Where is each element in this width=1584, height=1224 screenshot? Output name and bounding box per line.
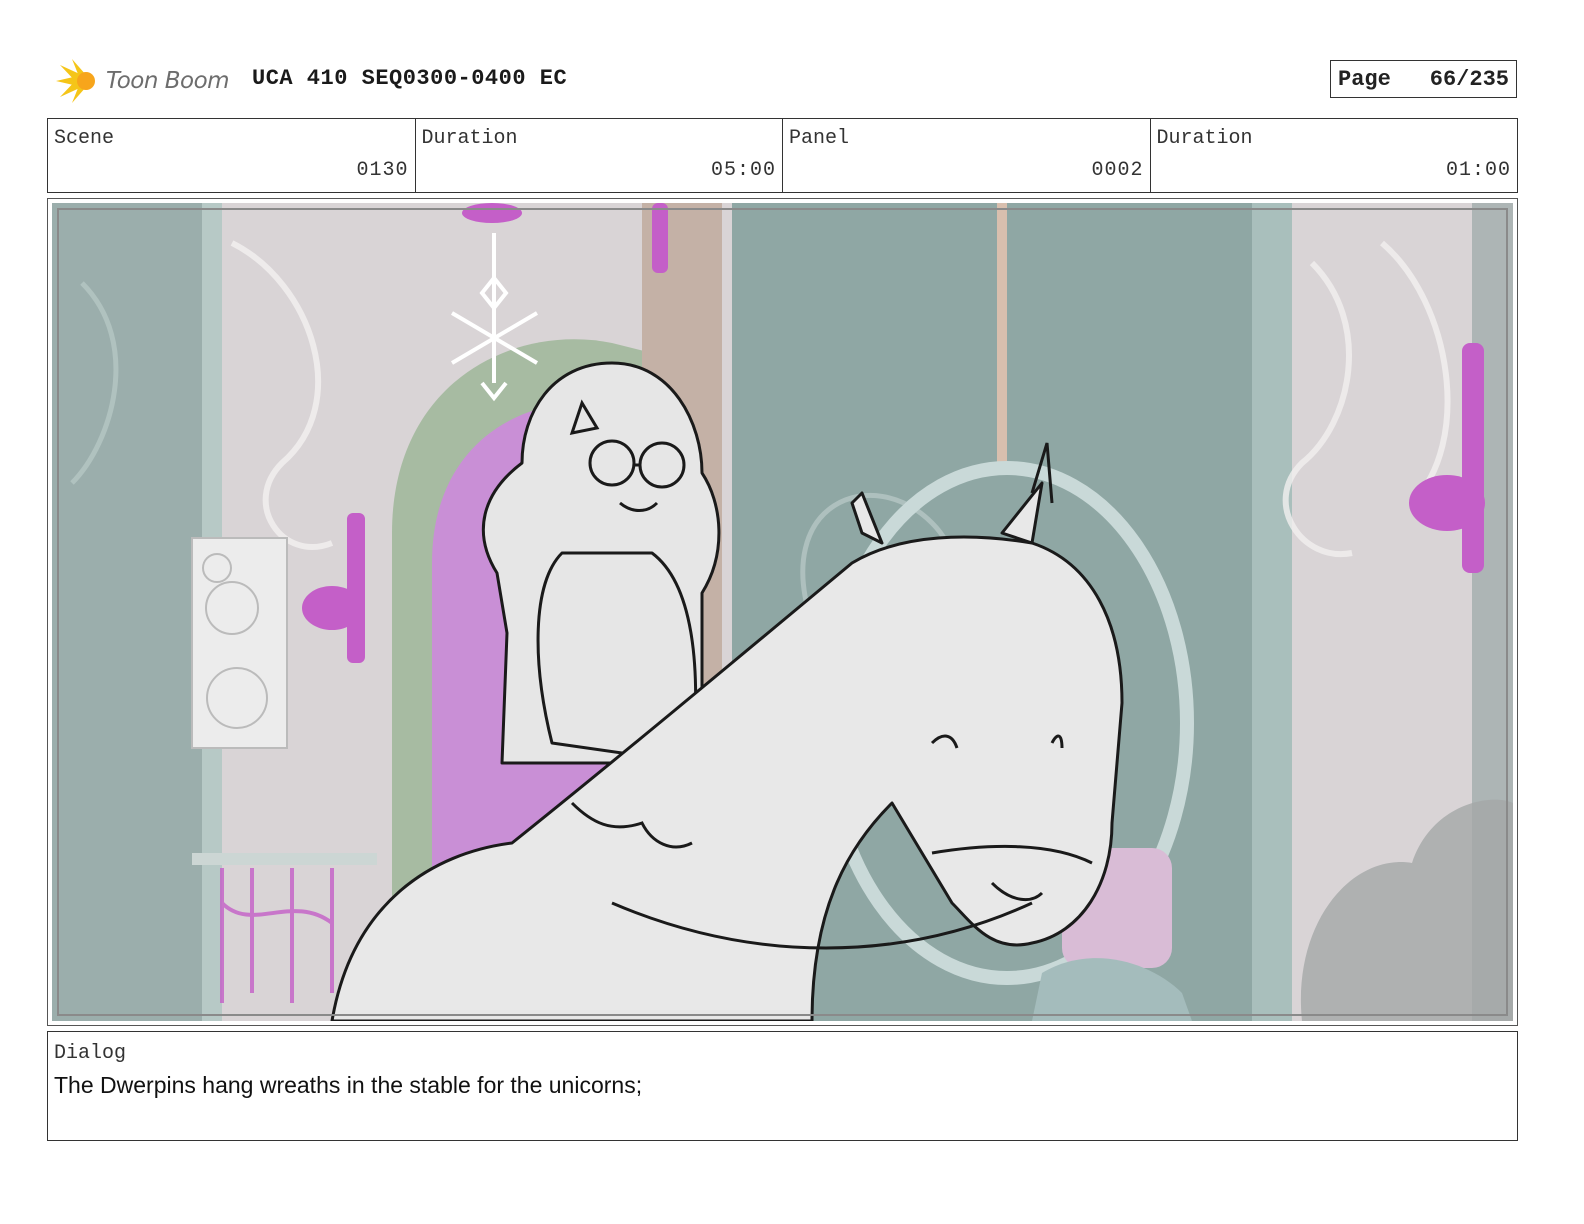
page-label: Page: [1338, 66, 1391, 92]
logo-wordmark: Toon Boom: [106, 68, 230, 94]
sun-flare-icon: [56, 59, 95, 103]
storyboard-sketch-image: [52, 203, 1513, 1021]
page-number: 66/235: [1429, 66, 1509, 92]
scene-duration-value: 05:00: [710, 159, 776, 182]
dialog-text: The Dwerpins hang wreaths in the stable …: [54, 1072, 643, 1098]
panel-cell: Panel 0002: [783, 119, 1151, 192]
dialog-box: Dialog The Dwerpins hang wreaths in the …: [47, 1031, 1518, 1141]
document-title: UCA 410 SEQ0300-0400 EC: [252, 66, 568, 91]
panel-duration-label: Duration: [1156, 127, 1253, 150]
scene-value: 0130: [356, 159, 409, 182]
scene-label: Scene: [54, 127, 115, 150]
panel-value: 0002: [1091, 159, 1144, 182]
panel-image: [52, 203, 1513, 1021]
toon-boom-logo: Toon Boom: [52, 56, 242, 106]
scene-info-row: Scene 0130 Duration 05:00 Panel 0002 Dur…: [47, 118, 1518, 193]
panel-duration-cell: Duration 01:00: [1151, 119, 1518, 192]
scene-duration-cell: Duration 05:00: [416, 119, 783, 192]
storyboard-panel: [47, 198, 1518, 1026]
panel-label: Panel: [789, 127, 850, 150]
dialog-label: Dialog: [54, 1042, 127, 1065]
panel-duration-value: 01:00: [1445, 159, 1511, 182]
scene-cell: Scene 0130: [48, 119, 416, 192]
scene-duration-label: Duration: [421, 127, 518, 150]
page-indicator: Page 66/235: [1330, 60, 1517, 98]
